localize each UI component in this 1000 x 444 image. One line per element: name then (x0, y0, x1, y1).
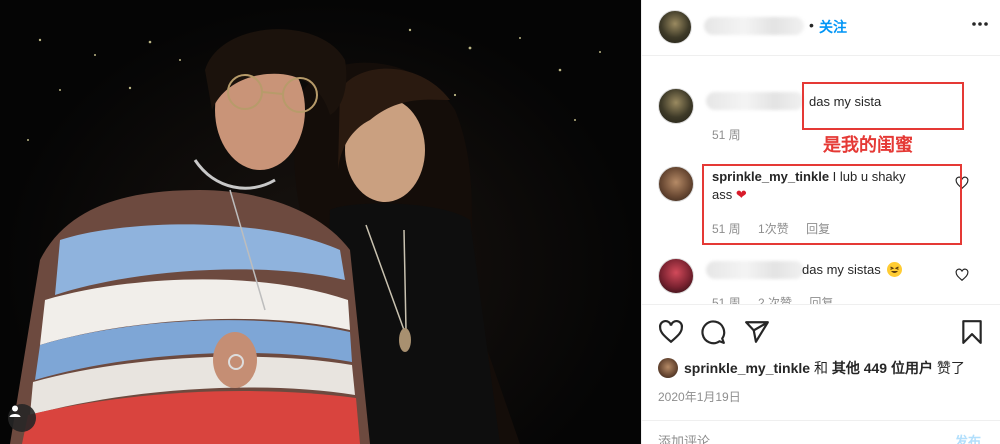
likes-summary: sprinkle_my_tinkle 和 其他 449 位用户 赞了 (658, 358, 965, 378)
user-tag-button[interactable] (8, 404, 36, 432)
bookmark-icon[interactable] (959, 319, 985, 345)
add-comment-bar: 添加评论…… 发布 (642, 420, 1000, 444)
person-icon (9, 405, 21, 417)
comment-time[interactable]: 51 周 (712, 296, 741, 304)
comment-icon[interactable] (700, 319, 726, 345)
post-comment-button[interactable]: 发布 (955, 431, 981, 444)
likes-connector: 和 (810, 360, 832, 376)
liker-username[interactable]: sprinkle_my_tinkle (684, 360, 810, 376)
reply-button[interactable]: 回复 (809, 296, 833, 304)
commenter-avatar[interactable] (658, 258, 694, 294)
laughing-face-emoji (887, 262, 903, 277)
photo-illustration (10, 28, 601, 444)
comment-like-count[interactable]: 2 次赞 (758, 296, 792, 304)
comment-meta: 51 周 2 次赞 回复 (712, 294, 847, 304)
likes-suffix: 赞了 (932, 360, 965, 376)
comment-input[interactable]: 添加评论…… (658, 431, 736, 444)
liker-avatar[interactable] (658, 358, 678, 378)
commenter-username-redacted[interactable] (706, 261, 804, 279)
post-date[interactable]: 2020年1月19日 (658, 388, 741, 405)
other-likers-link[interactable]: 其他 449 位用户 (832, 360, 933, 376)
heart-icon[interactable] (658, 319, 684, 345)
comment-item: das my sistas 51 周 2 次赞 回复 (642, 0, 1000, 304)
comment-text: das my sistas (802, 261, 903, 279)
heart-icon[interactable] (955, 268, 969, 282)
post-photo[interactable] (0, 0, 641, 444)
post-side-panel: • 关注 das my sista 51 周 是我的闺蜜 sprinkle_my… (641, 0, 1000, 444)
post-actions-bar (642, 304, 1000, 352)
share-icon[interactable] (744, 319, 770, 345)
comment-text-value: das my sistas (802, 262, 881, 277)
